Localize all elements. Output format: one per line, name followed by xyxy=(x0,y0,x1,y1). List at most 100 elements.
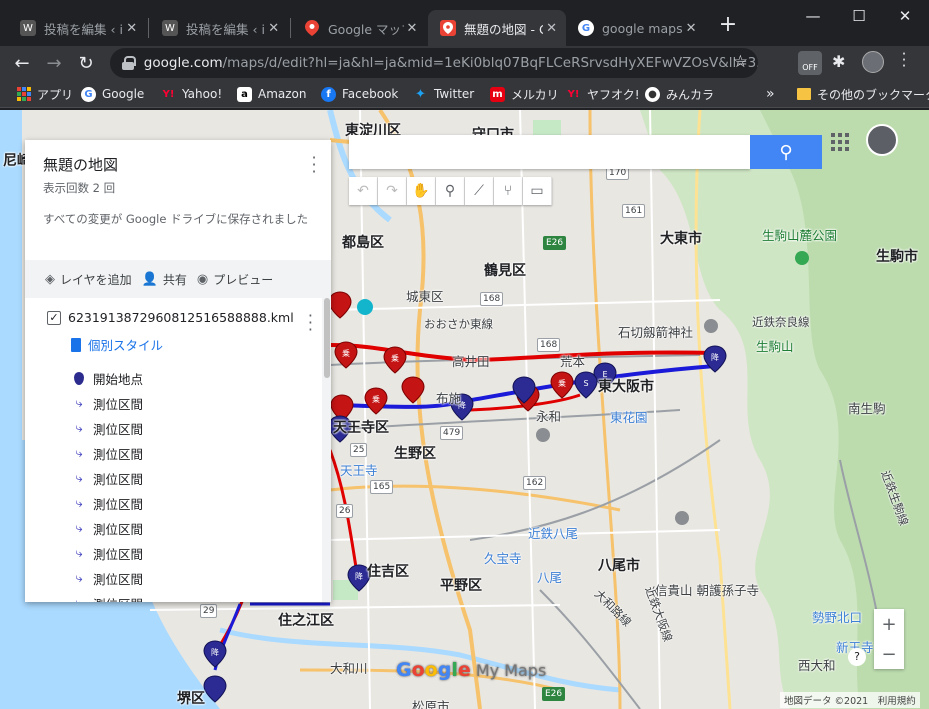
map-label: 西大和 xyxy=(798,658,836,673)
bookmark-twitter[interactable]: ✦ Twitter xyxy=(413,84,474,104)
svg-text:乗: 乗 xyxy=(391,353,399,363)
tab-title: 投稿を編集 ‹ iF xyxy=(186,21,266,37)
map-label: 鶴見区 xyxy=(484,263,526,279)
line-path-icon: ⤷ xyxy=(71,596,87,602)
panel-scrollbar-thumb[interactable] xyxy=(324,298,330,378)
tab-1[interactable]: W 投稿を編集 ‹ iF ✕ xyxy=(150,10,288,46)
list-item[interactable]: ⤷測位区間 xyxy=(47,566,331,591)
map-label: 大東市 xyxy=(660,231,702,247)
layer-menu-icon[interactable]: · · · xyxy=(308,308,313,338)
list-item[interactable]: ⤷測位区間 xyxy=(47,591,331,602)
window-close-button[interactable]: ✕ xyxy=(882,0,928,32)
map-attribution[interactable]: 地図データ ©2021 利用規約 xyxy=(780,692,920,708)
new-tab-button[interactable]: + xyxy=(716,14,740,38)
bookmark-minkara[interactable]: ● みんカラ xyxy=(645,84,714,104)
map-label: 石切劔箭神社 xyxy=(618,325,694,340)
google-apps-icon[interactable] xyxy=(829,131,849,151)
map-label: おおさか東線 xyxy=(424,317,493,331)
list-item[interactable]: 開始地点 xyxy=(47,366,331,391)
line-path-icon: ⤷ xyxy=(75,496,83,511)
tab-strip: W 投稿を編集 ‹ iF ✕ W 投稿を編集 ‹ iF ✕ Google マップ… xyxy=(0,0,929,46)
add-person-icon: 👤 xyxy=(141,271,158,287)
tab-2[interactable]: Google マップ ✕ xyxy=(292,10,426,46)
bookmark-yahoo-auction[interactable]: Y! ヤフオク! xyxy=(566,84,640,104)
hand-tool-icon[interactable]: ✋ xyxy=(407,177,436,205)
layer-visibility-checkbox[interactable]: ✓ xyxy=(47,310,61,325)
bookmark-mercari[interactable]: m メルカリ xyxy=(490,84,559,104)
preview-button[interactable]: ◉ プレビュー xyxy=(197,271,273,288)
tab-4[interactable]: G google maps ✕ xyxy=(566,10,706,46)
individual-style-link[interactable]: 個別スタイル xyxy=(71,335,331,354)
map-label: 城東区 xyxy=(406,289,444,304)
add-marker-icon[interactable]: ⚲ xyxy=(436,177,465,205)
account-avatar[interactable] xyxy=(866,124,898,156)
close-icon[interactable]: ✕ xyxy=(123,21,140,36)
bookmark-yahoo[interactable]: Y! Yahoo! xyxy=(161,84,223,104)
reload-button[interactable]: ↻ xyxy=(73,50,99,76)
list-item[interactable]: ⤷測位区間 xyxy=(47,516,331,541)
list-item[interactable]: ⤷測位区間 xyxy=(47,441,331,466)
search-button[interactable]: ⚲ xyxy=(750,135,822,169)
browser-menu-icon[interactable]: · · · xyxy=(899,47,909,74)
panel-menu-icon[interactable]: · · · xyxy=(309,150,319,180)
map-title[interactable]: 無題の地図 xyxy=(43,154,313,175)
road-shield: E26 xyxy=(543,236,567,250)
bookmark-other-folder[interactable]: その他のブックマーク xyxy=(797,84,929,104)
redo-button[interactable]: ↷ xyxy=(378,177,407,205)
view-count: 表示回数 2 回 xyxy=(43,181,116,195)
list-item[interactable]: ⤷測位区間 xyxy=(47,466,331,491)
line-path-icon: ⤷ xyxy=(75,546,83,561)
forward-button[interactable]: → xyxy=(41,50,67,76)
extensions-puzzle-icon[interactable]: ✱ xyxy=(832,52,845,71)
undo-button[interactable]: ↶ xyxy=(349,177,378,205)
map-label: 信貴山 朝護孫子寺 xyxy=(655,583,759,598)
maximize-button[interactable]: ☐ xyxy=(836,0,882,32)
minimize-button[interactable]: — xyxy=(790,0,836,32)
bookmark-label: その他のブックマーク xyxy=(817,87,929,102)
style-label: 個別スタイル xyxy=(88,338,164,353)
lock-icon[interactable] xyxy=(122,56,136,70)
profile-avatar[interactable] xyxy=(862,51,884,73)
extension-off-icon[interactable]: OFF xyxy=(798,51,822,75)
bookmark-google[interactable]: G Google xyxy=(81,84,144,104)
map-label: 八尾 xyxy=(537,570,563,585)
map-label: 天王寺 xyxy=(340,463,378,478)
bookmark-apps[interactable]: アプリ xyxy=(16,84,73,104)
placemark-pin-icon xyxy=(74,372,84,385)
tab-3-active[interactable]: 無題の地図 - G ✕ xyxy=(428,10,566,46)
zoom-control: + − xyxy=(874,609,904,669)
map-tools: ↶ ↷ ✋ ⚲ ⟋ ⑂ ▭ xyxy=(349,177,552,205)
bookmarks-overflow-chevron-icon[interactable]: » xyxy=(766,84,775,104)
layer-section: ✓ 6231913872960812516588888.kml · · · 個別スタ… xyxy=(25,298,331,602)
close-icon[interactable]: ✕ xyxy=(543,21,560,36)
bookmark-star-icon[interactable]: ☆ xyxy=(733,52,748,72)
back-button[interactable]: ← xyxy=(9,50,35,76)
map-label: 勢野北口 xyxy=(812,610,863,625)
close-icon[interactable]: ✕ xyxy=(682,21,700,36)
add-layer-button[interactable]: ◈ レイヤを追加 xyxy=(45,271,132,288)
close-icon[interactable]: ✕ xyxy=(265,21,282,36)
search-input[interactable] xyxy=(349,135,750,169)
list-item[interactable]: ⤷測位区間 xyxy=(47,491,331,516)
twitter-icon: ✦ xyxy=(415,86,426,102)
list-item[interactable]: ⤷測位区間 xyxy=(47,391,331,416)
tab-0[interactable]: W 投稿を編集 ‹ iF ✕ xyxy=(8,10,146,46)
line-path-icon: ⤷ xyxy=(75,521,83,536)
zoom-in-button[interactable]: + xyxy=(874,609,904,639)
share-button[interactable]: 👤 共有 xyxy=(142,271,187,288)
google-icon: G xyxy=(81,86,96,102)
directions-icon[interactable]: ⑂ xyxy=(494,177,523,205)
help-icon[interactable]: ? xyxy=(848,648,866,666)
layer-name[interactable]: 6231913872960812516588888.kml xyxy=(68,310,294,325)
map-label: 布施 xyxy=(436,391,462,406)
list-item[interactable]: ⤷測位区間 xyxy=(47,541,331,566)
my-maps-icon xyxy=(440,20,456,36)
ruler-icon[interactable]: ▭ xyxy=(523,177,552,205)
bookmark-amazon[interactable]: a Amazon xyxy=(237,84,307,104)
close-icon[interactable]: ✕ xyxy=(404,21,420,36)
bookmark-facebook[interactable]: f Facebook xyxy=(321,84,398,104)
address-bar[interactable]: google.com/maps/d/edit?hl=ja&hl=ja&mid=1… xyxy=(110,48,758,78)
draw-line-icon[interactable]: ⟋ xyxy=(465,177,494,205)
zoom-out-button[interactable]: − xyxy=(874,639,904,669)
list-item[interactable]: ⤷測位区間 xyxy=(47,416,331,441)
